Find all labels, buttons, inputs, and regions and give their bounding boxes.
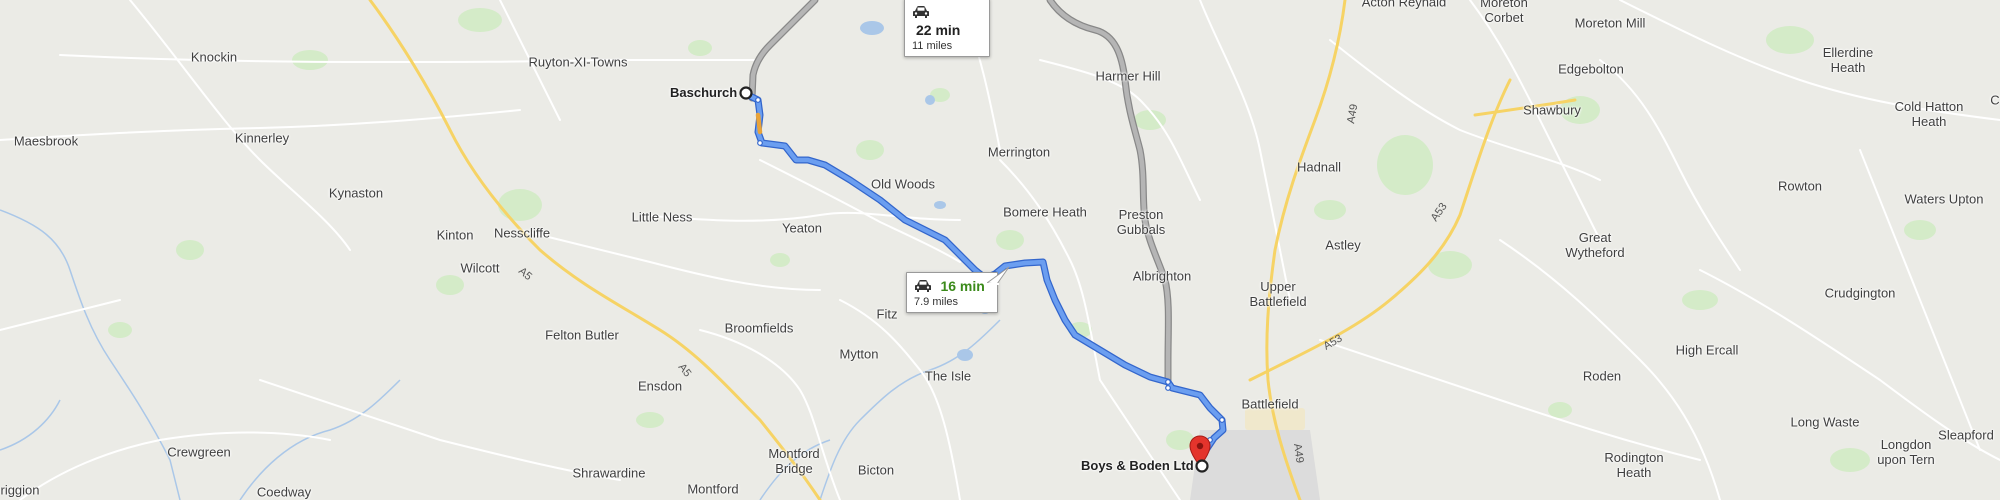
place-fitz: Fitz xyxy=(876,306,898,322)
place-wilcott: Wilcott xyxy=(460,260,500,276)
place-old-woods: Old Woods xyxy=(870,176,936,192)
place-the-isle: The Isle xyxy=(924,368,972,384)
place-moreton-mill: Moreton Mill xyxy=(1574,15,1646,31)
place-high-ercall: High Ercall xyxy=(1675,342,1739,358)
place-broomfields: Broomfields xyxy=(724,320,794,336)
place-merrington: Merrington xyxy=(987,144,1051,160)
place-astley: Astley xyxy=(1325,237,1361,253)
origin-marker[interactable] xyxy=(739,86,753,100)
place-waters-upton: Waters Upton xyxy=(1904,191,1984,207)
place-shawbury: Shawbury xyxy=(1523,102,1581,118)
place-crewgreen: Crewgreen xyxy=(167,444,231,460)
place-upper-battlefield: Upper Battlefield xyxy=(1249,279,1307,309)
place-crudgington: Crudgington xyxy=(1824,285,1896,301)
place-yeaton: Yeaton xyxy=(781,220,823,236)
place-maesbrook: Maesbrook xyxy=(13,133,79,149)
place-bicton: Bicton xyxy=(857,462,895,478)
place-roden: Roden xyxy=(1582,368,1622,384)
place-kinnerley: Kinnerley xyxy=(234,130,290,146)
place-great-wytheford: Great Wytheford xyxy=(1565,230,1625,260)
route-distance-alt: 11 miles xyxy=(912,40,953,52)
car-icon xyxy=(913,5,929,18)
route-time-alt: 22 min xyxy=(916,21,961,38)
place-montford: Montford xyxy=(687,481,739,497)
route-distance-fastest: 7.9 miles xyxy=(914,296,959,308)
place-kinton: Kinton xyxy=(436,227,474,243)
place-ellerdine-heath: Ellerdine Heath xyxy=(1822,45,1874,75)
place-longdon-upon-tern: Longdon upon Tern xyxy=(1877,437,1935,467)
place-shrawardine: Shrawardine xyxy=(572,465,646,481)
place-albrighton: Albrighton xyxy=(1132,268,1192,284)
place-harmer-hill: Harmer Hill xyxy=(1095,68,1161,84)
place-coedway: Coedway xyxy=(256,484,312,500)
route-callout-fastest[interactable]: 16 min 7.9 miles xyxy=(906,266,1010,313)
place-kynaston: Kynaston xyxy=(328,185,384,201)
place-ruyton: Ruyton-XI-Towns xyxy=(528,54,628,70)
place-long-waste: Long Waste xyxy=(1790,414,1860,430)
place-cut-right: C xyxy=(1990,92,2000,108)
place-edgebolton: Edgebolton xyxy=(1558,61,1624,77)
place-preston-gubbals: Preston Gubbals xyxy=(1116,207,1166,237)
place-mytton: Mytton xyxy=(839,346,879,362)
place-felton-butler: Felton Butler xyxy=(545,327,619,343)
place-wriggion: riggion xyxy=(0,482,40,498)
place-battlefield: Battlefield xyxy=(1241,396,1299,412)
place-moreton-corbet: Moreton Corbet xyxy=(1480,0,1528,25)
place-cold-hatton-heath: Cold Hatton Heath xyxy=(1894,99,1964,129)
place-montford-bridge: Montford Bridge xyxy=(768,446,820,476)
map-canvas[interactable]: A5 A5 A49 A49 A53 A53 Knockin Ruyton-XI-… xyxy=(0,0,2000,500)
place-sleapford: Sleapford xyxy=(1938,427,1994,443)
place-rodington-heath: Rodington Heath xyxy=(1604,450,1664,480)
car-icon xyxy=(915,279,931,292)
place-nesscliffe: Nesscliffe xyxy=(493,225,551,241)
place-little-ness: Little Ness xyxy=(631,209,693,225)
origin-label[interactable]: Baschurch xyxy=(670,85,737,100)
map-base: A5 A5 A49 A49 A53 A53 xyxy=(0,0,2000,500)
place-hadnall: Hadnall xyxy=(1296,159,1342,175)
place-bomere-heath: Bomere Heath xyxy=(1003,204,1087,220)
place-ensdon: Ensdon xyxy=(637,378,683,394)
place-rowton: Rowton xyxy=(1777,178,1823,194)
route-callout-alt[interactable]: 22 min 11 miles xyxy=(904,0,990,57)
land-background xyxy=(0,0,2000,500)
route-time-fastest: 16 min xyxy=(940,277,985,294)
place-knockin: Knockin xyxy=(190,49,238,65)
destination-label[interactable]: Boys & Boden Ltd xyxy=(1081,458,1194,473)
place-acton-reynald: Acton Reynald xyxy=(1361,0,1447,10)
traffic-segment xyxy=(755,112,763,135)
callout-tail-fastest xyxy=(987,266,1010,285)
